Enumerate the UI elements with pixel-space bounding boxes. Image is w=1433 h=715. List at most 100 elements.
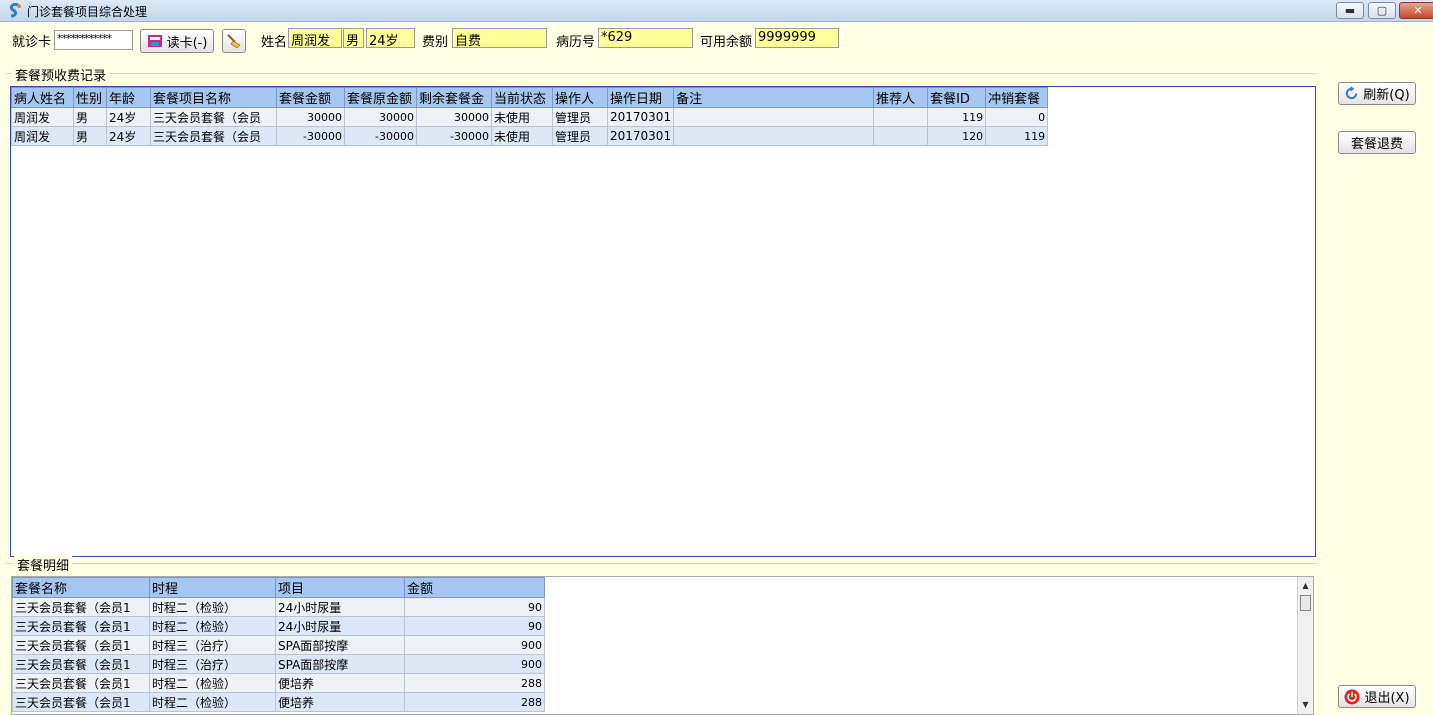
table-cell[interactable]: [673, 107, 875, 127]
scroll-down-icon[interactable]: ▼: [1298, 698, 1313, 712]
details-group-title: 套餐明细: [14, 555, 73, 574]
table-cell[interactable]: 时程二（检验）: [149, 692, 276, 712]
table-cell[interactable]: [673, 126, 875, 146]
maximize-button[interactable]: ▢: [1368, 2, 1396, 19]
clear-button[interactable]: [222, 29, 246, 53]
column-header[interactable]: 推荐人: [873, 87, 929, 108]
table-cell[interactable]: 便培养: [275, 692, 405, 712]
table-cell[interactable]: [873, 107, 929, 127]
table-cell[interactable]: -30000: [416, 126, 492, 146]
table-cell[interactable]: 90: [404, 597, 545, 617]
table-row[interactable]: 周润发男 24岁 三天会员套餐（会员 -30000 -30000 -30000 未使用 管理员…: [11, 126, 1049, 146]
details-grid[interactable]: 套餐名称 时程 项目 金额 三天会员套餐（会员1 时程二（检验） 24小时尿量 90 三天会员…: [11, 576, 1314, 715]
table-cell[interactable]: 24小时尿量: [275, 597, 405, 617]
table-cell[interactable]: 时程二（检验）: [149, 673, 276, 693]
read-card-button[interactable]: 读卡(-): [140, 29, 214, 53]
table-cell[interactable]: 30000: [416, 107, 492, 127]
table-row[interactable]: 三天会员套餐（会员1 时程三（治疗） SPA面部按摩 900: [12, 635, 545, 655]
column-header[interactable]: 时程: [149, 577, 276, 598]
close-button[interactable]: ✕: [1399, 2, 1433, 19]
table-cell[interactable]: 20170301: [606, 126, 675, 146]
table-cell[interactable]: 未使用: [491, 126, 553, 146]
table-cell[interactable]: 三天会员套餐（会员: [150, 126, 277, 146]
table-cell[interactable]: 119: [927, 107, 987, 127]
table-cell[interactable]: 288: [404, 673, 545, 693]
records-group-title: 套餐预收费记录: [12, 65, 110, 84]
exit-button[interactable]: 退出(X): [1338, 685, 1416, 708]
table-cell[interactable]: 三天会员套餐（会员1: [12, 692, 150, 712]
minimize-button[interactable]: ▬: [1336, 2, 1364, 19]
table-cell[interactable]: 时程二（检验）: [149, 597, 276, 617]
table-cell[interactable]: SPA面部按摩: [275, 635, 405, 655]
table-cell[interactable]: -30000: [344, 126, 417, 146]
table-cell[interactable]: 119: [985, 126, 1049, 146]
table-cell[interactable]: 三天会员套餐（会员1: [12, 654, 150, 674]
records-grid[interactable]: 病人姓名 性别 年龄 套餐项目名称 套餐金额 套餐原金额 剩余套餐金 当前状态 操作人 操作日期备…: [10, 86, 1316, 557]
table-row[interactable]: 三天会员套餐（会员1 时程二（检验） 便培养 288: [12, 673, 545, 693]
table-cell[interactable]: 900: [404, 635, 545, 655]
column-header[interactable]: 套餐金额: [276, 87, 345, 108]
table-row[interactable]: 三天会员套餐（会员1 时程三（治疗） SPA面部按摩 900: [12, 654, 545, 674]
table-cell[interactable]: 20170301: [606, 107, 675, 127]
table-cell[interactable]: 管理员: [552, 126, 608, 146]
column-header[interactable]: 剩余套餐金: [416, 87, 492, 108]
table-cell[interactable]: 便培养: [275, 673, 405, 693]
table-cell[interactable]: 三天会员套餐（会员1: [12, 635, 150, 655]
table-cell[interactable]: 周润发: [11, 107, 74, 127]
table-cell[interactable]: 三天会员套餐（会员1: [12, 616, 150, 636]
broom-icon: [227, 34, 241, 49]
table-cell[interactable]: 24小时尿量: [275, 616, 405, 636]
table-cell[interactable]: -30000: [276, 126, 345, 146]
column-header[interactable]: 套餐原金额: [344, 87, 417, 108]
column-header[interactable]: 冲销套餐: [985, 87, 1049, 108]
refund-button[interactable]: 套餐退费: [1338, 131, 1416, 154]
column-header[interactable]: 套餐名称: [12, 577, 150, 598]
table-cell[interactable]: 男: [73, 126, 107, 146]
column-header[interactable]: 项目: [275, 577, 405, 598]
table-cell[interactable]: 三天会员套餐（会员1: [12, 673, 150, 693]
scroll-up-icon[interactable]: ▲: [1298, 579, 1313, 593]
table-row[interactable]: 三天会员套餐（会员1 时程二（检验） 便培养 288: [12, 692, 545, 712]
table-cell[interactable]: 时程三（治疗）: [149, 635, 276, 655]
balance-label: 可用余额: [700, 35, 753, 50]
column-header[interactable]: 操作人: [552, 87, 608, 108]
column-header[interactable]: 性别: [73, 87, 107, 108]
table-cell[interactable]: [873, 126, 929, 146]
scroll-thumb[interactable]: [1300, 595, 1311, 611]
table-cell[interactable]: 男: [73, 107, 107, 127]
table-cell[interactable]: 周润发: [11, 126, 74, 146]
column-header[interactable]: 当前状态: [491, 87, 553, 108]
table-cell[interactable]: SPA面部按摩: [275, 654, 405, 674]
table-cell[interactable]: 900: [404, 654, 545, 674]
exit-label: 退出(X): [1364, 691, 1410, 706]
table-cell[interactable]: 30000: [276, 107, 345, 127]
table-cell[interactable]: 三天会员套餐（会员1: [12, 597, 150, 617]
table-cell[interactable]: 未使用: [491, 107, 553, 127]
column-header[interactable]: 套餐ID: [927, 87, 987, 108]
table-cell[interactable]: 时程三（治疗）: [149, 654, 276, 674]
details-scrollbar[interactable]: ▲ ▼: [1297, 577, 1313, 714]
column-header[interactable]: 操作日期: [606, 87, 675, 108]
refresh-button[interactable]: 刷新(Q): [1338, 82, 1416, 105]
table-cell[interactable]: 24岁: [106, 107, 151, 127]
table-cell[interactable]: 0: [985, 107, 1049, 127]
table-cell[interactable]: 288: [404, 692, 545, 712]
column-header[interactable]: 金额: [404, 577, 545, 598]
column-header[interactable]: 套餐项目名称: [150, 87, 277, 108]
table-cell[interactable]: 90: [404, 616, 545, 636]
table-cell[interactable]: 120: [927, 126, 987, 146]
table-cell[interactable]: 30000: [344, 107, 417, 127]
column-header[interactable]: 备注: [673, 87, 875, 108]
table-cell[interactable]: 管理员: [552, 107, 608, 127]
record-no-label: 病历号: [556, 35, 596, 50]
card-input[interactable]: ************: [54, 30, 133, 50]
table-cell[interactable]: 时程二（检验）: [149, 616, 276, 636]
table-cell[interactable]: 三天会员套餐（会员: [150, 107, 277, 127]
column-header[interactable]: 年龄: [106, 87, 151, 108]
power-icon: [1344, 689, 1360, 704]
table-row[interactable]: 三天会员套餐（会员1 时程二（检验） 24小时尿量 90: [12, 616, 545, 636]
table-row[interactable]: 三天会员套餐（会员1 时程二（检验） 24小时尿量 90: [12, 597, 545, 617]
column-header[interactable]: 病人姓名: [11, 87, 74, 108]
table-row[interactable]: 周润发男 24岁 三天会员套餐（会员 30000 30000 30000 未使用 管理员 201…: [11, 107, 1049, 127]
table-cell[interactable]: 24岁: [106, 126, 151, 146]
